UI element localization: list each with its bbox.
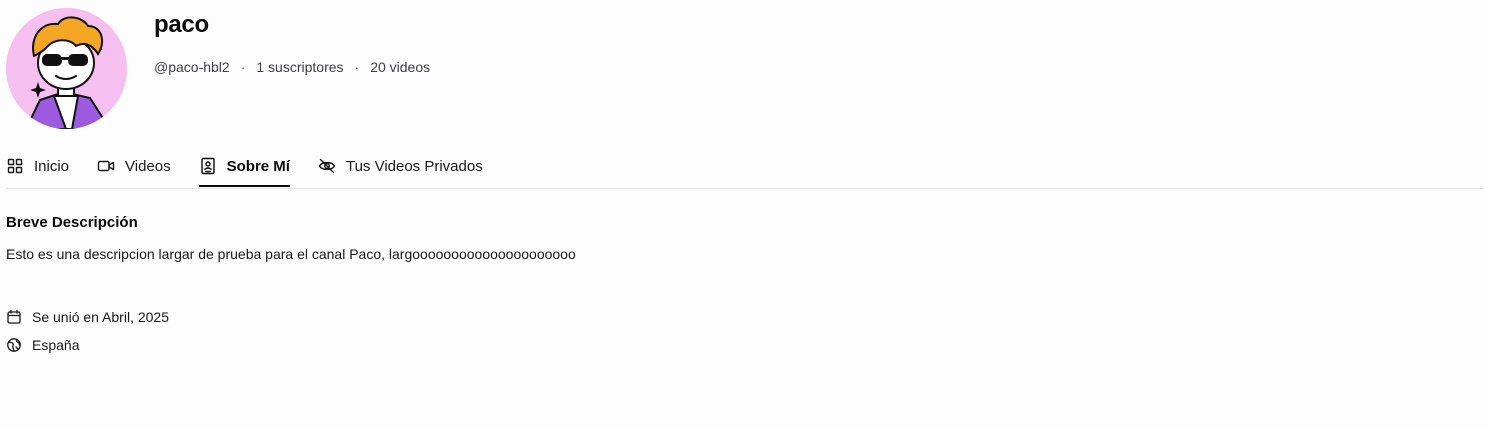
contact-book-icon	[199, 157, 217, 175]
country-text: España	[32, 337, 80, 353]
eye-off-icon	[318, 157, 336, 175]
joined-text: Se unió en Abril, 2025	[32, 309, 169, 325]
calendar-icon	[6, 309, 22, 325]
meta-separator: ·	[240, 59, 246, 75]
channel-header: paco @paco-hbl2 · 1 suscriptores · 20 vi…	[6, 8, 1466, 130]
section-title: Breve Descripción	[6, 214, 138, 231]
tab-videos[interactable]: Videos	[97, 148, 171, 186]
subscriber-count: 1 suscriptores	[256, 59, 344, 75]
tab-sobre-mi[interactable]: Sobre Mí	[198, 148, 291, 187]
channel-tabs: Inicio Videos Sobre Mí Tus Videos Privad…	[6, 148, 1483, 189]
joined-date: Se unió en Abril, 2025	[6, 308, 169, 326]
tab-label: Sobre Mí	[226, 157, 290, 175]
channel-name: paco	[154, 11, 209, 38]
tab-label: Tus Videos Privados	[345, 157, 483, 175]
avatar[interactable]	[6, 8, 127, 129]
meta-separator: ·	[354, 59, 360, 75]
tab-label: Videos	[125, 157, 171, 175]
channel-description: Esto es una descripcion largar de prueba…	[6, 246, 576, 262]
channel-handle: @paco-hbl2	[154, 59, 230, 75]
tab-inicio[interactable]: Inicio	[6, 148, 69, 186]
country: España	[6, 336, 79, 354]
tab-tus-videos-privados[interactable]: Tus Videos Privados	[318, 148, 483, 186]
video-count: 20 videos	[370, 59, 431, 75]
channel-meta: @paco-hbl2 · 1 suscriptores · 20 videos	[154, 58, 430, 76]
grid-icon	[6, 157, 24, 175]
video-camera-icon	[97, 157, 115, 175]
tab-label: Inicio	[34, 157, 70, 175]
globe-icon	[6, 337, 22, 353]
